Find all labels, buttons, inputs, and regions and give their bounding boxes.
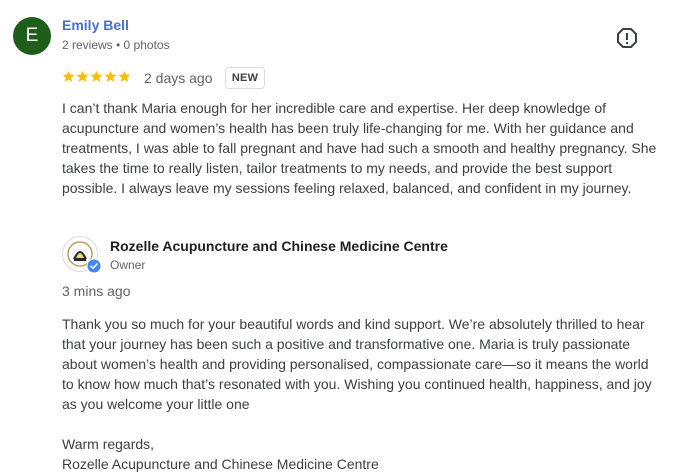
verified-check-icon [86,258,102,274]
owner-reply-text: Thank you so much for your beautiful wor… [62,316,652,472]
review-date: 2 days ago [144,70,213,86]
reply-date: 3 mins ago [62,283,131,299]
review-text: I can’t thank Maria enough for her incre… [62,100,657,196]
reviewer-name[interactable]: Emily Bell [62,17,129,33]
star-icon [76,70,89,82]
new-badge: NEW [225,67,265,89]
reviewer-avatar[interactable]: E [13,17,51,55]
reviewer-meta: 2 reviews • 0 photos [62,38,170,52]
star-icon [118,70,131,82]
report-button[interactable] [613,24,641,52]
report-flag-icon [617,28,637,48]
star-icon [62,70,75,82]
star-icon [90,70,103,82]
owner-role-label: Owner [110,258,146,272]
star-rating [62,70,131,83]
star-icon [104,70,117,82]
owner-business-name[interactable]: Rozelle Acupuncture and Chinese Medicine… [110,238,448,254]
